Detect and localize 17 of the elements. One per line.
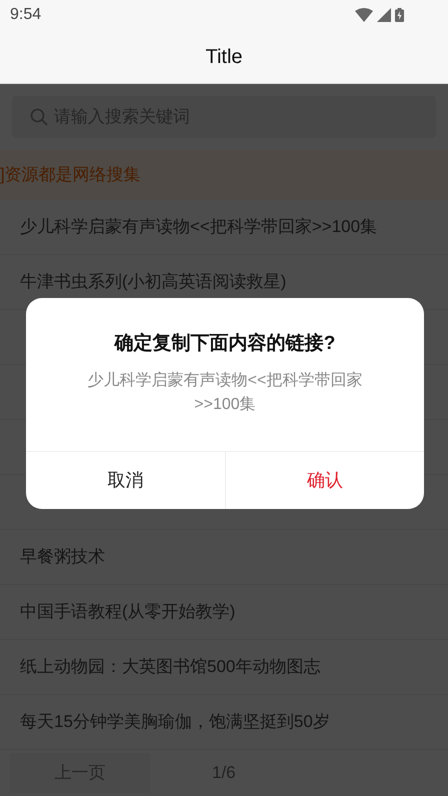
list-item[interactable]: 纸上动物园：大英图书馆500年动物图志 [20, 654, 320, 680]
list-item[interactable]: 少儿科学启蒙有声读物<<把科学带回家>>100集 [20, 214, 378, 240]
search-icon [30, 108, 48, 126]
battery-icon [395, 8, 404, 22]
list-item[interactable]: 牛津书虫系列(小初高英语阅读救星) [20, 269, 286, 295]
confirm-button[interactable]: 确认 [224, 452, 424, 508]
dialog-title: 确定复制下面内容的链接? [114, 332, 336, 356]
cancel-button[interactable]: 取消 [26, 452, 224, 508]
wifi-icon [355, 8, 373, 22]
signal-icon [377, 8, 391, 22]
list-item[interactable]: 每天15分钟学美胸瑜伽，饱满坚挺到50岁 [20, 709, 330, 735]
status-time: 9:54 [10, 5, 42, 25]
list-item[interactable]: 早餐粥技术 [20, 544, 105, 570]
list-item[interactable]: 中国手语教程(从零开始教学) [20, 599, 236, 625]
app-bar-title: Title [205, 44, 243, 70]
notice-text: ]资源都是网络搜集 [0, 164, 141, 186]
dialog-message: 少儿科学启蒙有声读物<<把科学带回家>>100集 [86, 370, 364, 414]
